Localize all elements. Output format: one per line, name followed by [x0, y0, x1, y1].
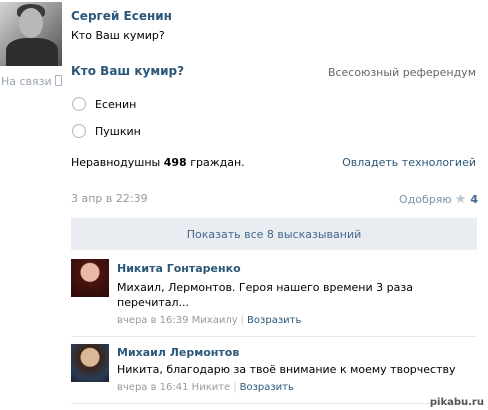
phone-icon: [54, 75, 62, 86]
comment-reply-link-1[interactable]: Возразить: [247, 315, 301, 326]
comment-time-1[interactable]: вчера в 16:39 Михаилу: [117, 315, 238, 326]
like-button[interactable]: Одобряю ★ 4: [399, 192, 478, 207]
post-text: Кто Ваш кумир?: [71, 29, 165, 42]
online-status-label: На связи: [1, 75, 52, 88]
comment-reply-link-2[interactable]: Возразить: [240, 382, 294, 393]
comment-meta-2: вчера в 16:41 Никите | Возразить: [117, 382, 294, 393]
comment-author-1[interactable]: Никита Гонтаренко: [117, 262, 241, 275]
poll-option-radio-1[interactable]: [72, 97, 86, 111]
comment-avatar-2[interactable]: [71, 344, 109, 382]
poll-option-label-1[interactable]: Есенин: [95, 98, 136, 111]
comment-text-1-line2: перечитал...: [117, 296, 190, 309]
post-author-link[interactable]: Сергей Есенин: [71, 9, 172, 23]
comment-text-1-line1: Михаил, Лермонтов. Героя нашего времени …: [117, 281, 413, 294]
star-icon: ★: [454, 192, 467, 207]
meta-separator: |: [240, 315, 245, 326]
avatar-face: [19, 8, 43, 38]
comment-meta-1: вчера в 16:39 Михаилу | Возразить: [117, 315, 301, 326]
show-all-comments-button[interactable]: Показать все 8 высказываний: [71, 218, 477, 250]
comment-time-2[interactable]: вчера в 16:41 Никите: [117, 382, 230, 393]
author-avatar[interactable]: [0, 2, 62, 66]
comment-author-2[interactable]: Михаил Лермонтов: [117, 346, 239, 359]
avatar-body: [6, 38, 58, 66]
online-status: На связи: [1, 75, 62, 88]
tech-link[interactable]: Овладеть технологией: [342, 156, 476, 169]
poll-voted-count: Неравнодушны 498 граждан.: [71, 156, 245, 169]
meta-separator: |: [233, 382, 237, 393]
like-label: Одобряю: [399, 193, 452, 206]
comment-divider: [71, 403, 477, 404]
voted-suffix: граждан.: [190, 156, 245, 169]
poll-option-radio-2[interactable]: [72, 124, 86, 138]
voted-prefix: Неравнодушны: [71, 156, 161, 169]
comment-avatar-1[interactable]: [71, 259, 109, 297]
comment-divider: [71, 336, 477, 337]
voted-number: 498: [163, 156, 187, 169]
like-count: 4: [470, 193, 478, 206]
comment-text-2-line1: Никита, благодарю за твоё внимание к мое…: [117, 363, 456, 376]
post-date[interactable]: 3 апр в 22:39: [71, 192, 148, 205]
poll-type: Всесоюзный референдум: [327, 66, 476, 79]
poll-option-label-2[interactable]: Пушкин: [95, 125, 141, 138]
poll-question: Кто Ваш кумир?: [71, 64, 185, 78]
watermark: pikabu.ru: [429, 397, 484, 408]
